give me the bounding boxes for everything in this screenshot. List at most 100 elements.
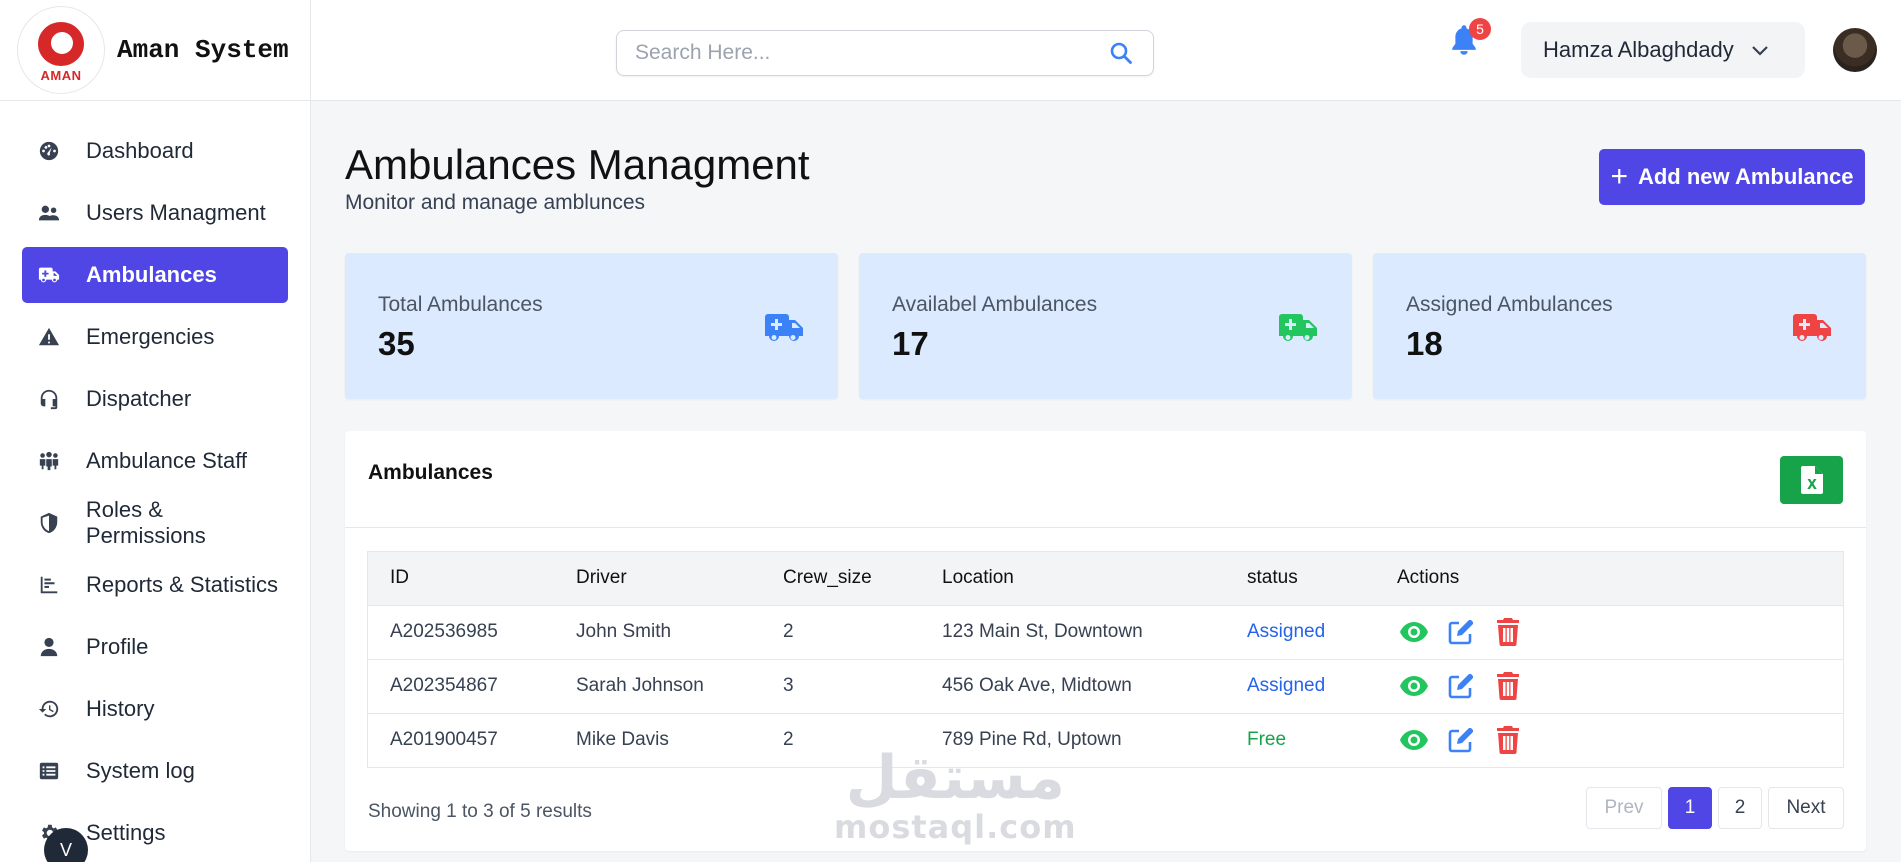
sidebar-item-dashboard[interactable]: Dashboard — [22, 123, 288, 179]
cell-status: Free — [1247, 729, 1287, 751]
main-content: Ambulances Managment Monitor and manage … — [311, 101, 1901, 862]
view-button[interactable] — [1397, 725, 1430, 755]
sidebar-item-emergencies[interactable]: Emergencies — [22, 309, 288, 365]
stat-card-available: Availabel Ambulances 17 — [859, 253, 1352, 399]
table-row: A202536985 John Smith 2 123 Main St, Dow… — [368, 605, 1843, 660]
add-ambulance-button[interactable]: + Add new Ambulance — [1599, 149, 1865, 205]
column-header-crew-size[interactable]: Crew_size — [761, 552, 920, 606]
add-ambulance-label: Add new Ambulance — [1637, 164, 1854, 189]
log-icon — [36, 758, 62, 784]
sidebar-item-label: Users Managment — [86, 200, 266, 225]
sidebar-item-roles-permissions[interactable]: Roles & Permissions — [22, 495, 288, 551]
view-button[interactable] — [1397, 617, 1430, 647]
sidebar-item-system-log[interactable]: System log — [22, 743, 288, 799]
notification-button[interactable]: 5 — [1449, 18, 1491, 64]
results-summary: Showing 1 to 3 of 5 results — [368, 801, 592, 822]
trash-icon — [1496, 618, 1519, 646]
users-icon — [36, 200, 62, 226]
headset-icon — [36, 386, 62, 412]
cell-location: 789 Pine Rd, Uptown — [942, 729, 1122, 751]
cell-driver: John Smith — [554, 605, 761, 660]
edit-icon — [1448, 728, 1473, 753]
table-header-row: ID Driver Crew_size Location status Acti… — [368, 552, 1843, 606]
export-excel-button[interactable] — [1780, 456, 1843, 504]
cell-driver: Sarah Johnson — [554, 659, 761, 714]
user-icon — [36, 634, 62, 660]
search-icon[interactable] — [1107, 39, 1135, 67]
sidebar-item-label: Reports & Statistics — [86, 572, 278, 597]
cell-location: 123 Main St, Downtown — [920, 605, 1225, 660]
stat-card-assigned: Assigned Ambulances 18 — [1373, 253, 1866, 399]
column-header-status[interactable]: status — [1225, 552, 1375, 606]
brand: AMAN Aman System — [0, 0, 310, 101]
edit-button[interactable] — [1444, 725, 1477, 755]
stat-card-total: Total Ambulances 35 — [345, 253, 838, 399]
trash-icon — [1496, 672, 1519, 700]
sidebar-item-label: Dispatcher — [86, 386, 192, 411]
ambulance-icon — [36, 262, 62, 288]
ambulances-panel: Ambulances ID Driver Crew_size Location … — [345, 431, 1866, 851]
eye-icon — [1399, 730, 1428, 751]
page-2-button[interactable]: 2 — [1718, 787, 1762, 829]
shield-icon — [36, 510, 62, 536]
logo[interactable]: AMAN — [17, 6, 105, 94]
table-row: A202354867 Sarah Johnson 3 456 Oak Ave, … — [368, 659, 1843, 714]
cell-id: A201900457 — [390, 729, 498, 751]
sidebar-item-dispatcher[interactable]: Dispatcher — [22, 371, 288, 427]
ambulances-table: ID Driver Crew_size Location status Acti… — [367, 551, 1844, 768]
top-header: 5 Hamza Albaghdady — [311, 0, 1901, 101]
sidebar-item-reports[interactable]: Reports & Statistics — [22, 557, 288, 613]
eye-icon — [1399, 676, 1428, 696]
sidebar-item-profile[interactable]: Profile — [22, 619, 288, 675]
history-icon — [36, 696, 62, 722]
ambulance-icon — [765, 314, 803, 341]
delete-button[interactable] — [1491, 725, 1524, 755]
sidebar-item-label: Ambulances — [86, 262, 217, 287]
sidebar-item-label: Dashboard — [86, 138, 194, 163]
stat-label: Availabel Ambulances — [892, 293, 1098, 316]
prev-page-button[interactable]: Prev — [1586, 787, 1662, 829]
sidebar: AMAN Aman System Dashboard Users Managme… — [0, 0, 311, 862]
sidebar-item-ambulance-staff[interactable]: Ambulance Staff — [22, 433, 288, 489]
plus-icon: + — [1610, 160, 1628, 193]
cell-crew-size: 2 — [761, 605, 920, 660]
column-header-driver[interactable]: Driver — [554, 552, 761, 606]
edit-icon — [1448, 673, 1473, 699]
avatar[interactable] — [1833, 28, 1877, 72]
sidebar-item-history[interactable]: History — [22, 681, 288, 737]
logo-text: AMAN — [40, 67, 82, 83]
cell-actions — [1375, 605, 1843, 660]
sidebar-item-ambulances[interactable]: Ambulances — [22, 247, 288, 303]
user-menu[interactable]: Hamza Albaghdady — [1521, 22, 1805, 78]
delete-button[interactable] — [1491, 671, 1524, 701]
page-1-button[interactable]: 1 — [1668, 787, 1712, 829]
edit-button[interactable] — [1444, 671, 1477, 701]
stat-value: 35 — [378, 325, 415, 362]
stats-row: Total Ambulances 35 Availabel Ambulances… — [345, 253, 1866, 399]
sidebar-item-label: System log — [86, 758, 195, 783]
edit-button[interactable] — [1444, 617, 1477, 647]
cell-location: 456 Oak Ave, Midtown — [920, 659, 1225, 714]
stat-label: Assigned Ambulances — [1406, 293, 1613, 316]
cell-actions — [1375, 659, 1843, 714]
sidebar-item-label: History — [86, 696, 155, 721]
excel-file-icon — [1800, 466, 1823, 494]
next-page-button[interactable]: Next — [1768, 787, 1844, 829]
trash-icon — [1496, 726, 1519, 755]
delete-button[interactable] — [1491, 617, 1524, 647]
warning-icon — [36, 324, 62, 350]
brand-name: Aman System — [117, 35, 289, 65]
sidebar-item-label: Ambulance Staff — [86, 448, 248, 473]
column-header-location[interactable]: Location — [920, 552, 1225, 606]
edit-icon — [1448, 619, 1473, 645]
logo-mark-icon — [38, 21, 84, 66]
sidebar-nav: Dashboard Users Managment Ambulances Eme… — [0, 101, 310, 861]
sidebar-item-users[interactable]: Users Managment — [22, 185, 288, 241]
cell-crew-size: 2 — [783, 729, 794, 751]
gauge-icon — [36, 138, 62, 164]
search-input[interactable] — [635, 41, 1107, 65]
column-header-id[interactable]: ID — [368, 552, 554, 606]
page-title: Ambulances Managment — [345, 141, 810, 188]
view-button[interactable] — [1397, 671, 1430, 701]
sidebar-item-label: Settings — [86, 820, 166, 845]
